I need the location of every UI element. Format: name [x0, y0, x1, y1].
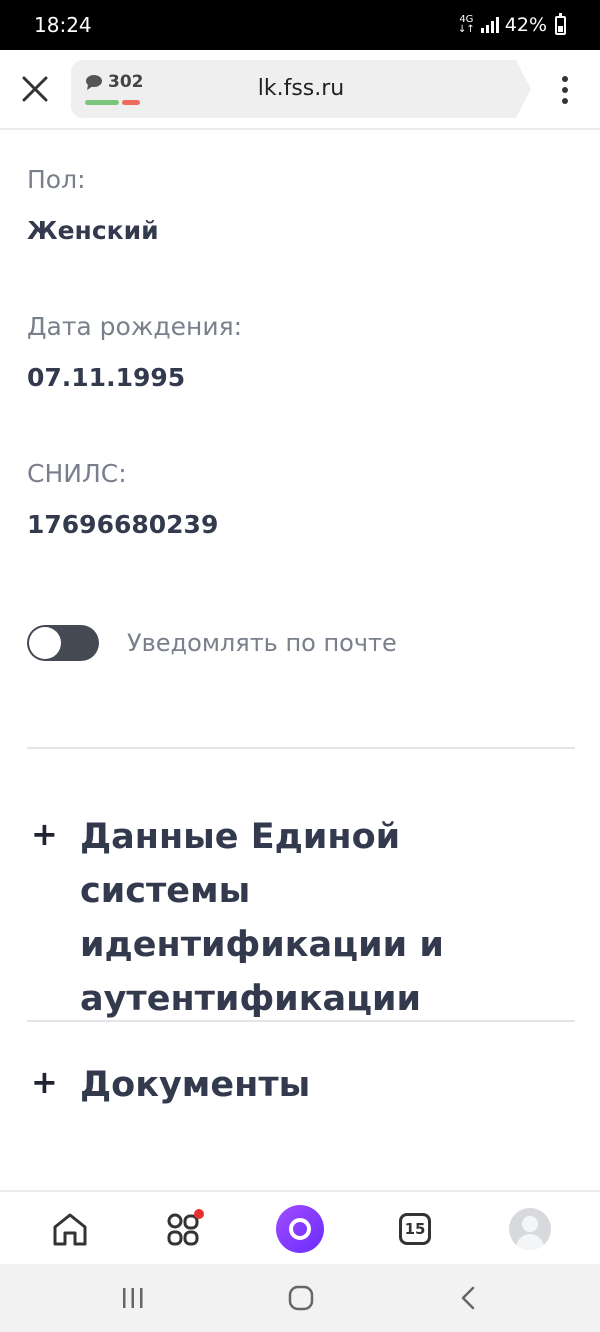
tabs-icon: 15 [399, 1213, 431, 1245]
recent-apps-icon [123, 1288, 143, 1308]
profile-button[interactable] [505, 1204, 555, 1254]
address-bar[interactable]: 302 lk.fss.ru [71, 60, 531, 118]
plus-icon: + [31, 1063, 58, 1101]
network-indicator: 4G ↓↑ [458, 15, 475, 35]
documents-section-title: Документы [80, 1065, 311, 1105]
home-button[interactable] [45, 1204, 95, 1254]
notification-dot [194, 1209, 204, 1219]
esia-section-title: Данные Единой системы идентификации и ау… [80, 817, 444, 1019]
url-text: lk.fss.ru [257, 76, 345, 101]
notify-email-toggle[interactable] [27, 625, 99, 661]
alice-icon [276, 1205, 324, 1253]
alice-button[interactable] [275, 1204, 325, 1254]
notify-email-label: Уведомлять по почте [127, 629, 397, 657]
battery-percent: 42% [504, 14, 547, 36]
menu-button[interactable] [553, 72, 577, 108]
tabs-button[interactable]: 15 [390, 1204, 440, 1254]
documents-section-toggle[interactable]: + Документы [27, 1058, 575, 1112]
close-button[interactable] [18, 72, 52, 106]
notify-email-row[interactable]: Уведомлять по почте [27, 625, 397, 661]
snils-value: 17696680239 [27, 510, 219, 539]
divider [27, 747, 575, 749]
browser-bar: 302 lk.fss.ru [0, 50, 600, 130]
esia-section-toggle[interactable]: + Данные Единой системы идентификации и … [27, 810, 575, 1019]
toggle-knob [29, 627, 61, 659]
close-icon [22, 76, 48, 102]
status-indicators: 4G ↓↑ 42% [458, 12, 566, 36]
avatar-icon [509, 1208, 551, 1250]
status-bar: 18:24 4G ↓↑ 42% [0, 0, 600, 50]
back-icon [461, 1286, 475, 1310]
system-nav-bar [0, 1264, 600, 1332]
browser-toolbar: 15 [0, 1190, 600, 1264]
snils-label: СНИЛС: [27, 459, 127, 488]
more-vert-icon [562, 76, 568, 82]
birth-date-label: Дата рождения: [27, 312, 243, 341]
plus-icon: + [31, 815, 58, 853]
battery-icon [555, 12, 566, 35]
signal-icon [480, 17, 499, 33]
recent-apps-button[interactable] [108, 1281, 158, 1315]
services-button[interactable] [159, 1204, 209, 1254]
grid-icon [167, 1209, 204, 1246]
back-nav-button[interactable] [443, 1281, 493, 1315]
birth-date-value: 07.11.1995 [27, 363, 186, 392]
status-time: 18:24 [34, 13, 92, 37]
divider [27, 1020, 575, 1022]
gender-value: Женский [27, 216, 159, 245]
home-icon [53, 1213, 87, 1246]
tabs-count: 15 [404, 1220, 426, 1238]
home-nav-icon [288, 1285, 314, 1311]
data-arrows-icon: ↓↑ [458, 24, 475, 35]
gender-label: Пол: [27, 165, 86, 194]
home-nav-button[interactable] [276, 1281, 326, 1315]
